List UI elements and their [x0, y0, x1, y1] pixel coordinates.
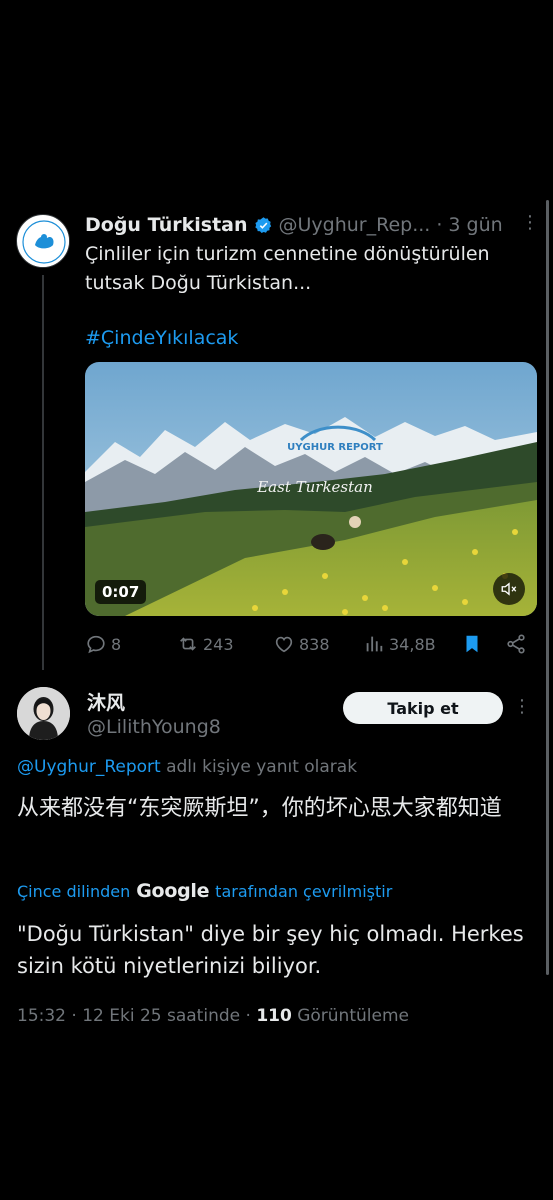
translate-prefix: Çince dilinden: [17, 882, 131, 901]
bookmark-button[interactable]: [461, 633, 505, 655]
views-button[interactable]: 34,8B: [363, 633, 461, 655]
like-count: 838: [299, 634, 330, 654]
share-button[interactable]: [505, 633, 527, 655]
timestamp[interactable]: 3 gün: [448, 214, 502, 236]
scrollbar[interactable]: [546, 200, 549, 975]
watermark-title: East Turkestan: [257, 478, 373, 496]
follow-button[interactable]: Takip et: [343, 692, 503, 724]
views-count: 34,8B: [389, 634, 436, 654]
translate-suffix: tarafından çevrilmiştir: [215, 882, 393, 901]
more-icon[interactable]: ⋮: [521, 212, 539, 233]
hashtag-link[interactable]: #ÇindeYıkılacak: [85, 327, 238, 349]
like-icon: [275, 636, 293, 653]
repost-icon: [180, 637, 196, 651]
repost-count: 243: [203, 634, 234, 654]
views-count: 110: [256, 1006, 292, 1026]
thread-line: [42, 275, 44, 670]
display-name[interactable]: Doğu Türkistan: [85, 214, 248, 236]
translation-attribution[interactable]: Çince dilinden Google tarafından çevrilm…: [17, 880, 392, 902]
video-player[interactable]: UYGHUR REPORT East Turkestan 0:07: [85, 362, 537, 616]
handle[interactable]: @Uyghur_Rep...: [279, 214, 431, 236]
tweet-text: 从来都没有“东突厥斯坦”，你的坏心思大家都知道: [17, 796, 502, 821]
action-bar: 8 243 838 34,8B: [85, 630, 530, 658]
more-icon[interactable]: ⋮: [513, 696, 531, 717]
like-button[interactable]: 838: [273, 633, 363, 655]
handle[interactable]: @LilithYoung8: [87, 716, 221, 738]
avatar[interactable]: [17, 687, 70, 740]
reply-button[interactable]: 8: [85, 633, 177, 655]
video-duration: 0:07: [95, 580, 147, 604]
mute-icon[interactable]: [493, 573, 525, 605]
reply-icon: [87, 635, 105, 654]
watermark-arc: UYGHUR REPORT: [287, 442, 383, 453]
views-icon: [366, 636, 383, 652]
tweet-meta: 15:32 · 12 Eki 25 saatinde · 110 Görüntü…: [17, 1006, 409, 1026]
bookmark-icon: [466, 635, 478, 653]
tweet-header: Doğu Türkistan @Uyghur_Rep... · 3 gün: [85, 212, 525, 238]
timestamp[interactable]: 15:32 · 12 Eki 25 saatinde ·: [17, 1006, 251, 1026]
translated-text: "Doğu Türkistan" diye bir şey hiç olmadı…: [17, 922, 524, 978]
avatar[interactable]: [16, 214, 70, 268]
reply-context: @Uyghur_Report adlı kişiye yanıt olarak: [17, 757, 357, 777]
google-logo: Google: [136, 880, 210, 902]
reply-context-text: adlı kişiye yanıt olarak: [166, 757, 358, 777]
reply-count: 8: [111, 634, 122, 654]
mention-link[interactable]: @Uyghur_Report: [17, 757, 161, 777]
tweet-text: Çinliler için turizm cennetine dönüştürü…: [85, 243, 490, 294]
views-label: Görüntüleme: [297, 1006, 409, 1026]
display-name[interactable]: 沐风: [87, 688, 125, 715]
repost-button[interactable]: 243: [177, 633, 273, 655]
verified-badge-icon: [254, 216, 271, 233]
share-icon: [507, 634, 525, 654]
separator: ·: [436, 214, 443, 236]
